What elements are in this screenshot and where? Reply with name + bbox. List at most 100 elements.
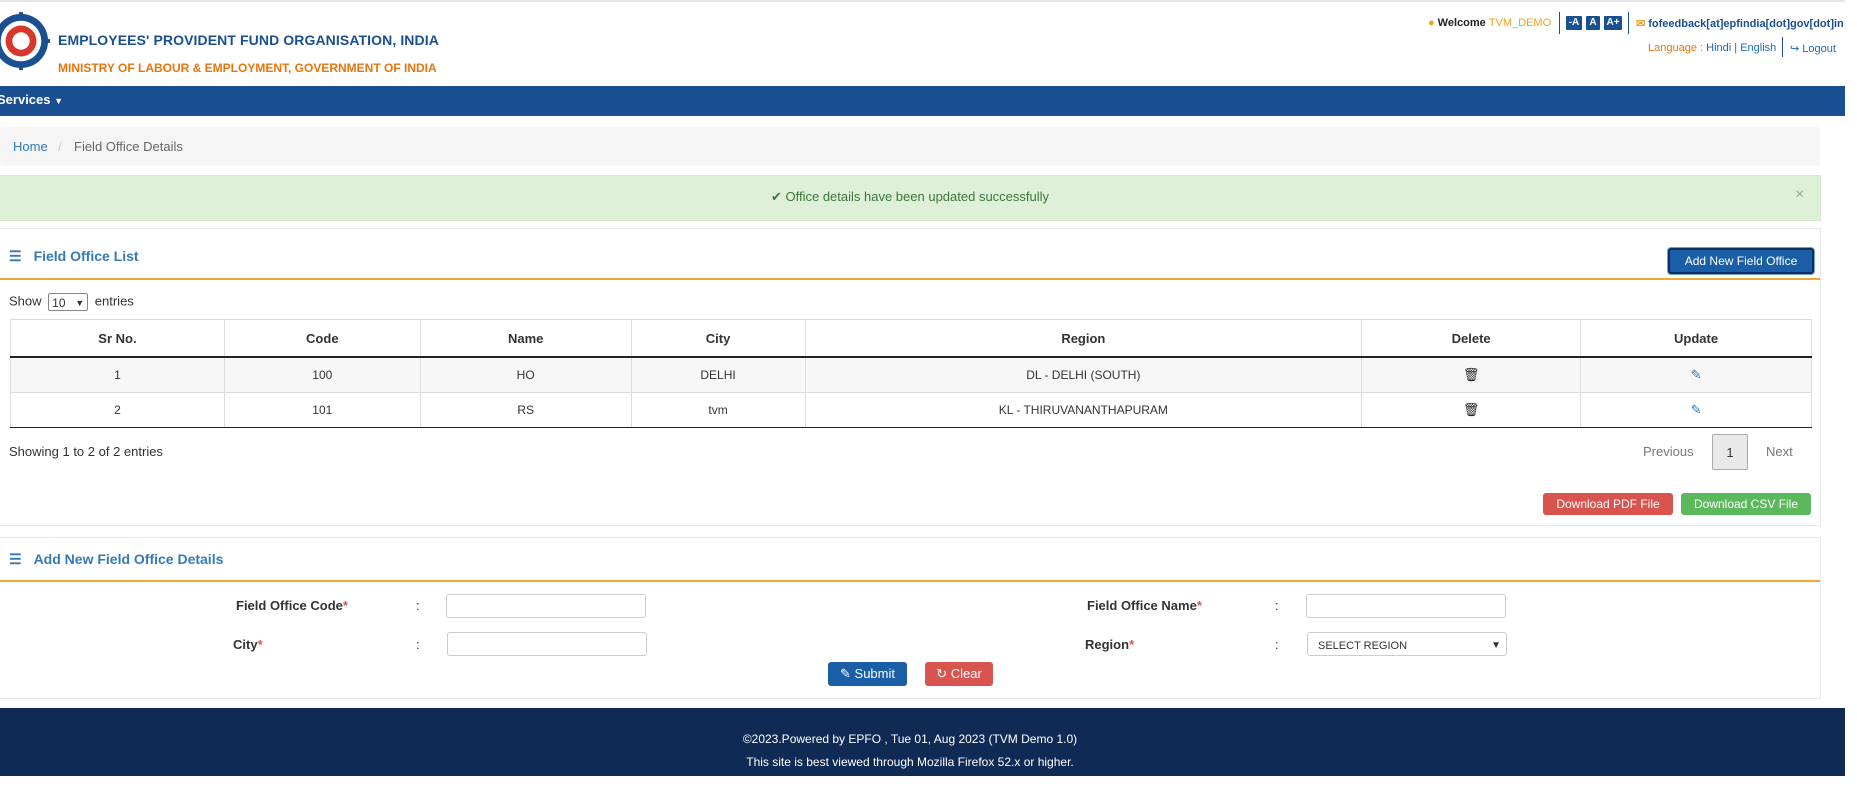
- edit-icon[interactable]: ✎: [1691, 367, 1702, 382]
- site-header: EMPLOYEES' PROVIDENT FUND ORGANISATION, …: [0, 0, 1845, 88]
- logout-link[interactable]: ↪ Logout: [1790, 42, 1836, 55]
- region-select-value: SELECT REGION: [1318, 640, 1408, 652]
- city-input[interactable]: [447, 632, 647, 656]
- show-entries-control: Show 10 ▼ entries: [9, 293, 134, 311]
- edit-icon[interactable]: ✎: [1691, 402, 1702, 417]
- breadcrumb-current: Field Office Details: [74, 139, 183, 154]
- field-office-name-label: Field Office Name*: [1087, 598, 1202, 613]
- services-menu[interactable]: Services ▼: [0, 92, 63, 107]
- field-office-name-input[interactable]: [1306, 594, 1506, 618]
- add-field-office-title: Add New Field Office Details: [33, 551, 224, 567]
- envelope-icon: ✉: [1636, 18, 1646, 30]
- language-separator: |: [1734, 42, 1738, 54]
- bars-icon: ☰: [9, 248, 22, 264]
- cell-sr-no: 1: [10, 356, 225, 393]
- city-label: City*: [233, 637, 263, 652]
- refresh-icon: ↻: [936, 666, 948, 681]
- language-english-link[interactable]: English: [1740, 42, 1776, 54]
- show-label: Show: [9, 293, 42, 309]
- logout-icon: ↪: [1790, 43, 1800, 55]
- breadcrumb-home-link[interactable]: Home: [13, 139, 48, 154]
- cell-name: RS: [419, 392, 632, 428]
- table-row: 1 100 HO DELHI DL - DELHI (SOUTH) 🗑 ✎: [10, 356, 1812, 393]
- column-header-sr-no[interactable]: Sr No.: [10, 319, 225, 358]
- table-info-text: Showing 1 to 2 of 2 entries: [9, 444, 163, 459]
- trash-icon[interactable]: 🗑: [1463, 367, 1480, 382]
- check-circle-icon: ✔: [770, 189, 782, 204]
- check-square-icon: ✎: [840, 666, 851, 681]
- cell-region: DL - DELHI (SOUTH): [804, 356, 1363, 393]
- column-header-delete: Delete: [1361, 319, 1582, 358]
- chevron-down-icon: ▼: [1491, 640, 1501, 651]
- font-normal-button[interactable]: A: [1586, 16, 1600, 30]
- language-switcher: Language : Hindi | English: [1648, 42, 1776, 54]
- alert-message-text: Office details have been updated success…: [785, 189, 1050, 204]
- region-label-text: Region: [1085, 637, 1130, 652]
- field-office-list-title: Field Office List: [33, 248, 139, 264]
- region-select[interactable]: SELECT REGION ▼: [1307, 632, 1507, 656]
- pagination-page-1[interactable]: 1: [1712, 434, 1748, 470]
- required-mark: *: [257, 637, 263, 652]
- table-header-row: Sr No. Code Name City Region Delete Upda…: [10, 319, 1812, 358]
- header-divider: [1628, 12, 1629, 34]
- welcome-label: Welcome: [1437, 17, 1486, 29]
- close-icon[interactable]: ×: [1795, 186, 1804, 204]
- add-new-field-office-button[interactable]: Add New Field Office: [1668, 248, 1814, 274]
- panel-header-divider: [0, 278, 1820, 280]
- clear-label: Clear: [950, 666, 982, 681]
- clear-button[interactable]: ↻ Clear: [925, 662, 993, 686]
- field-office-code-label-text: Field Office Code: [236, 598, 343, 613]
- feedback-email-link[interactable]: ✉ fofeedback[at]epfindia[dot]gov[dot]in: [1636, 17, 1844, 30]
- welcome-text: ● Welcome TVM_DEMO: [1428, 17, 1551, 29]
- panel-title-field-office-list: ☰ Field Office List: [9, 248, 139, 265]
- language-hindi-link[interactable]: Hindi: [1706, 42, 1731, 54]
- trash-icon[interactable]: 🗑: [1463, 402, 1480, 417]
- font-increase-button[interactable]: A+: [1604, 16, 1622, 30]
- site-footer: ©2023.Powered by EPFO , Tue 01, Aug 2023…: [0, 708, 1845, 776]
- welcome-username: TVM_DEMO: [1488, 17, 1552, 29]
- add-field-office-panel: [0, 537, 1821, 699]
- colon: :: [416, 637, 420, 652]
- download-pdf-button[interactable]: Download PDF File: [1543, 493, 1673, 515]
- pagination-next[interactable]: Next: [1766, 444, 1793, 459]
- language-label: Language :: [1648, 42, 1704, 54]
- required-mark: *: [1129, 637, 1135, 652]
- main-navbar: Services ▼: [0, 86, 1845, 116]
- ministry-subtitle: MINISTRY OF LABOUR & EMPLOYMENT, GOVERNM…: [58, 61, 437, 75]
- breadcrumb: Home / Field Office Details: [0, 127, 1820, 166]
- header-divider: [1782, 37, 1783, 57]
- field-office-table: Sr No. Code Name City Region Delete Upda…: [10, 319, 1812, 428]
- logout-label: Logout: [1802, 43, 1836, 55]
- font-decrease-button[interactable]: -A: [1566, 16, 1582, 30]
- field-office-code-label: Field Office Code*: [236, 598, 348, 613]
- cell-region: KL - THIRUVANANTHAPURAM: [804, 392, 1363, 428]
- success-alert: ✔ Office details have been updated succe…: [0, 175, 1821, 221]
- user-icon: ●: [1428, 17, 1435, 29]
- caret-down-icon: ▼: [54, 96, 64, 106]
- breadcrumb-separator: /: [58, 139, 62, 154]
- panel-header-divider: [0, 580, 1820, 582]
- colon: :: [1275, 598, 1279, 613]
- cell-code: 100: [223, 356, 421, 393]
- cell-name: HO: [419, 356, 632, 393]
- pagination-previous[interactable]: Previous: [1643, 444, 1694, 459]
- column-header-name[interactable]: Name: [419, 319, 632, 358]
- services-menu-label: Services: [0, 92, 51, 107]
- org-title: EMPLOYEES' PROVIDENT FUND ORGANISATION, …: [58, 32, 439, 48]
- field-office-code-input[interactable]: [446, 594, 646, 618]
- entries-per-page-select[interactable]: 10 ▼: [48, 293, 89, 311]
- required-mark: *: [342, 598, 348, 613]
- submit-button[interactable]: ✎ Submit: [828, 662, 907, 686]
- column-header-city[interactable]: City: [630, 319, 806, 358]
- column-header-code[interactable]: Code: [223, 319, 421, 358]
- region-label: Region*: [1085, 637, 1134, 652]
- download-csv-button[interactable]: Download CSV File: [1681, 493, 1811, 515]
- cell-sr-no: 2: [10, 392, 225, 428]
- bars-icon: ☰: [9, 551, 22, 567]
- submit-label: Submit: [854, 666, 895, 681]
- footer-browser-note: This site is best viewed through Mozilla…: [746, 755, 1074, 769]
- cell-city: DELHI: [630, 356, 806, 393]
- panel-title-add-field-office: ☰ Add New Field Office Details: [9, 551, 223, 568]
- required-mark: *: [1196, 598, 1202, 613]
- column-header-region[interactable]: Region: [804, 319, 1363, 358]
